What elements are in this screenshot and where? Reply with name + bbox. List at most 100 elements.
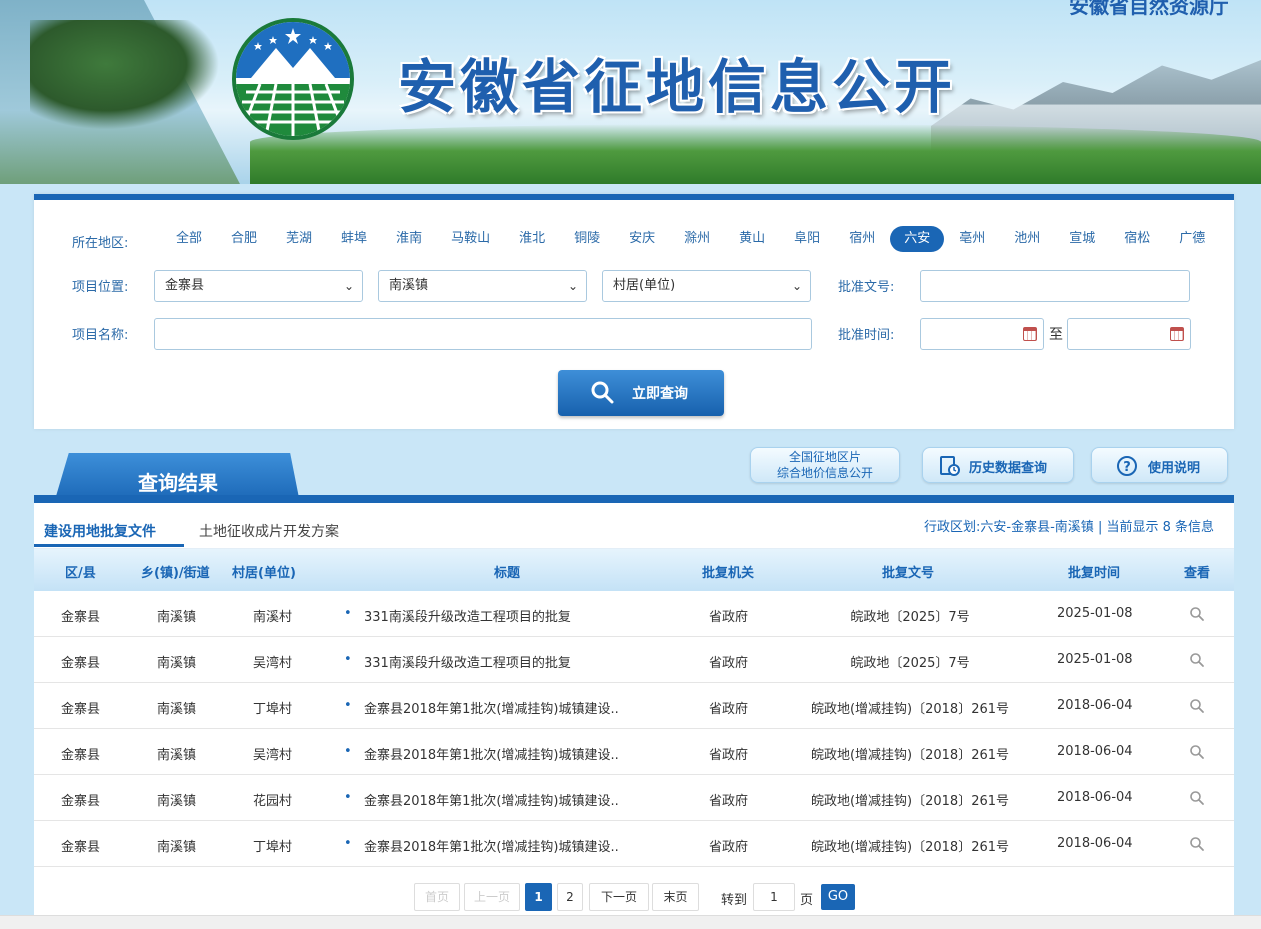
svg-text:?: ? bbox=[1123, 460, 1131, 475]
row-authority: 省政府 bbox=[709, 610, 749, 625]
goto-page-input[interactable]: 1 bbox=[753, 883, 795, 911]
region-option[interactable]: 广德 bbox=[1165, 226, 1219, 252]
region-option[interactable]: 滁州 bbox=[670, 226, 724, 252]
help-label: 使用说明 bbox=[1148, 461, 1201, 476]
project-name-label: 项目名称: bbox=[72, 328, 129, 343]
region-option[interactable]: 淮南 bbox=[382, 226, 436, 252]
row-title[interactable]: 金寨县2018年第1批次(增减挂钩)城镇建设.. bbox=[364, 790, 619, 809]
site-title: 安徽省征地信息公开 bbox=[398, 53, 957, 121]
row-doc-number: 皖政地〔2025〕7号 bbox=[850, 656, 970, 671]
row-county: 金寨县 bbox=[61, 656, 101, 671]
table-row[interactable]: 金寨县 南溪镇 丁埠村 • 金寨县2018年第1批次(增减挂钩)城镇建设.. 省政府 皖政地… bbox=[34, 683, 1234, 729]
row-village: 花园村 bbox=[253, 794, 293, 809]
table-row[interactable]: 金寨县 南溪镇 吴湾村 • 金寨县2018年第1批次(增减挂钩)城镇建设.. 省政府 皖政地… bbox=[34, 729, 1234, 775]
town-select-value: 南溪镇 bbox=[389, 278, 429, 293]
region-option[interactable]: 合肥 bbox=[217, 226, 271, 252]
approval-no-input[interactable] bbox=[920, 270, 1190, 302]
history-query-label: 历史数据查询 bbox=[969, 461, 1048, 476]
region-option[interactable]: 池州 bbox=[1000, 226, 1054, 252]
go-button[interactable]: GO bbox=[821, 884, 855, 910]
row-county: 金寨县 bbox=[61, 840, 101, 855]
page-button[interactable]: 2 bbox=[557, 883, 583, 911]
region-option[interactable]: 宿州 bbox=[835, 226, 889, 252]
page-button-current[interactable]: 1 bbox=[525, 883, 552, 911]
column-header: 区/县 bbox=[65, 566, 96, 581]
row-village: 丁埠村 bbox=[253, 840, 293, 855]
town-select[interactable]: 南溪镇 ⌄ bbox=[378, 270, 587, 302]
first-page-button[interactable]: 首页 bbox=[414, 883, 460, 911]
row-title[interactable]: 金寨县2018年第1批次(增减挂钩)城镇建设.. bbox=[364, 744, 619, 763]
row-date: 2025-01-08 bbox=[1057, 606, 1133, 621]
view-detail-icon[interactable] bbox=[1189, 790, 1205, 810]
history-document-icon bbox=[939, 455, 961, 481]
bullet-icon: • bbox=[344, 652, 352, 667]
region-option[interactable]: 全部 bbox=[162, 226, 216, 252]
horizontal-scrollbar[interactable] bbox=[0, 915, 1261, 929]
column-header: 查看 bbox=[1184, 566, 1211, 581]
national-land-price-button[interactable]: 全国征地区片 综合地价信息公开 bbox=[750, 447, 900, 483]
region-option[interactable]: 安庆 bbox=[615, 226, 669, 252]
table-row[interactable]: 金寨县 南溪镇 吴湾村 • 331南溪段升级改造工程项目的批复 省政府 皖政地〔2025〕7… bbox=[34, 637, 1234, 683]
table-row[interactable]: 金寨县 南溪镇 南溪村 • 331南溪段升级改造工程项目的批复 省政府 皖政地〔2025〕7… bbox=[34, 591, 1234, 637]
help-button[interactable]: ? 使用说明 bbox=[1091, 447, 1228, 483]
prev-page-button[interactable]: 上一页 bbox=[464, 883, 520, 911]
region-option[interactable]: 铜陵 bbox=[560, 226, 614, 252]
history-query-button[interactable]: 历史数据查询 bbox=[922, 447, 1074, 483]
logo-emblem bbox=[232, 18, 354, 140]
region-label: 所在地区: bbox=[72, 236, 129, 251]
row-town: 南溪镇 bbox=[157, 610, 197, 625]
view-detail-icon[interactable] bbox=[1189, 652, 1205, 672]
region-option[interactable]: 亳州 bbox=[945, 226, 999, 252]
row-village: 丁埠村 bbox=[253, 702, 293, 717]
region-option[interactable]: 阜阳 bbox=[780, 226, 834, 252]
row-authority: 省政府 bbox=[709, 656, 749, 671]
table-row[interactable]: 金寨县 南溪镇 丁埠村 • 金寨县2018年第1批次(增减挂钩)城镇建设.. 省政府 皖政地… bbox=[34, 821, 1234, 867]
row-title[interactable]: 331南溪段升级改造工程项目的批复 bbox=[364, 606, 571, 625]
location-label: 项目位置: bbox=[72, 280, 129, 295]
search-button-label: 立即查询 bbox=[632, 386, 688, 402]
view-detail-icon[interactable] bbox=[1189, 698, 1205, 718]
view-detail-icon[interactable] bbox=[1189, 744, 1205, 764]
row-doc-number: 皖政地(增减挂钩)〔2018〕261号 bbox=[810, 748, 1010, 763]
row-authority: 省政府 bbox=[709, 748, 749, 763]
row-title[interactable]: 331南溪段升级改造工程项目的批复 bbox=[364, 652, 571, 671]
date-from-input[interactable] bbox=[920, 318, 1044, 350]
last-page-button[interactable]: 末页 bbox=[652, 883, 699, 911]
pagination: 首页 上一页 1 2 下一页 末页 转到 1 页 GO bbox=[34, 883, 1234, 913]
row-authority: 省政府 bbox=[709, 794, 749, 809]
row-county: 金寨县 bbox=[61, 702, 101, 717]
row-title[interactable]: 金寨县2018年第1批次(增减挂钩)城镇建设.. bbox=[364, 836, 619, 855]
calendar-icon[interactable] bbox=[1170, 327, 1184, 341]
date-to-input[interactable] bbox=[1067, 318, 1191, 350]
national-land-price-line2: 综合地价信息公开 bbox=[776, 466, 873, 480]
next-page-button[interactable]: 下一页 bbox=[589, 883, 649, 911]
region-option[interactable]: 蚌埠 bbox=[327, 226, 381, 252]
region-option[interactable]: 马鞍山 bbox=[437, 226, 504, 252]
village-select-value: 村居(单位) bbox=[613, 278, 676, 293]
region-option[interactable]: 宿松 bbox=[1110, 226, 1164, 252]
region-option[interactable]: 黄山 bbox=[725, 226, 779, 252]
row-title[interactable]: 金寨县2018年第1批次(增减挂钩)城镇建设.. bbox=[364, 698, 619, 717]
project-name-input[interactable] bbox=[154, 318, 812, 350]
region-option[interactable]: 芜湖 bbox=[272, 226, 326, 252]
table-header: 区/县 乡(镇)/街道 村居(单位) 标题 批复机关 批复文号 批复时间 查看 bbox=[34, 549, 1234, 591]
view-detail-icon[interactable] bbox=[1189, 606, 1205, 626]
tab-construction-approval[interactable]: 建设用地批复文件 bbox=[44, 521, 156, 541]
search-button[interactable]: 立即查询 bbox=[558, 370, 724, 416]
calendar-icon[interactable] bbox=[1023, 327, 1037, 341]
bullet-icon: • bbox=[344, 698, 352, 713]
tab-land-development-plan[interactable]: 土地征收成片开发方案 bbox=[199, 521, 339, 541]
region-option[interactable]: 宣城 bbox=[1055, 226, 1109, 252]
goto-label: 转到 bbox=[721, 893, 748, 908]
view-detail-icon[interactable] bbox=[1189, 836, 1205, 856]
row-county: 金寨县 bbox=[61, 748, 101, 763]
region-option[interactable]: 淮北 bbox=[505, 226, 559, 252]
region-option[interactable]: 六安 bbox=[890, 226, 945, 252]
result-summary: 行政区划:六安-金寨县-南溪镇 | 当前显示 8 条信息 bbox=[924, 520, 1214, 535]
county-select[interactable]: 金寨县 ⌄ bbox=[154, 270, 363, 302]
village-select[interactable]: 村居(单位) ⌄ bbox=[602, 270, 811, 302]
approval-no-label: 批准文号: bbox=[838, 280, 895, 295]
table-row[interactable]: 金寨县 南溪镇 花园村 • 金寨县2018年第1批次(增减挂钩)城镇建设.. 省政府 皖政地… bbox=[34, 775, 1234, 821]
row-date: 2018-06-04 bbox=[1057, 836, 1133, 851]
row-town: 南溪镇 bbox=[157, 656, 197, 671]
